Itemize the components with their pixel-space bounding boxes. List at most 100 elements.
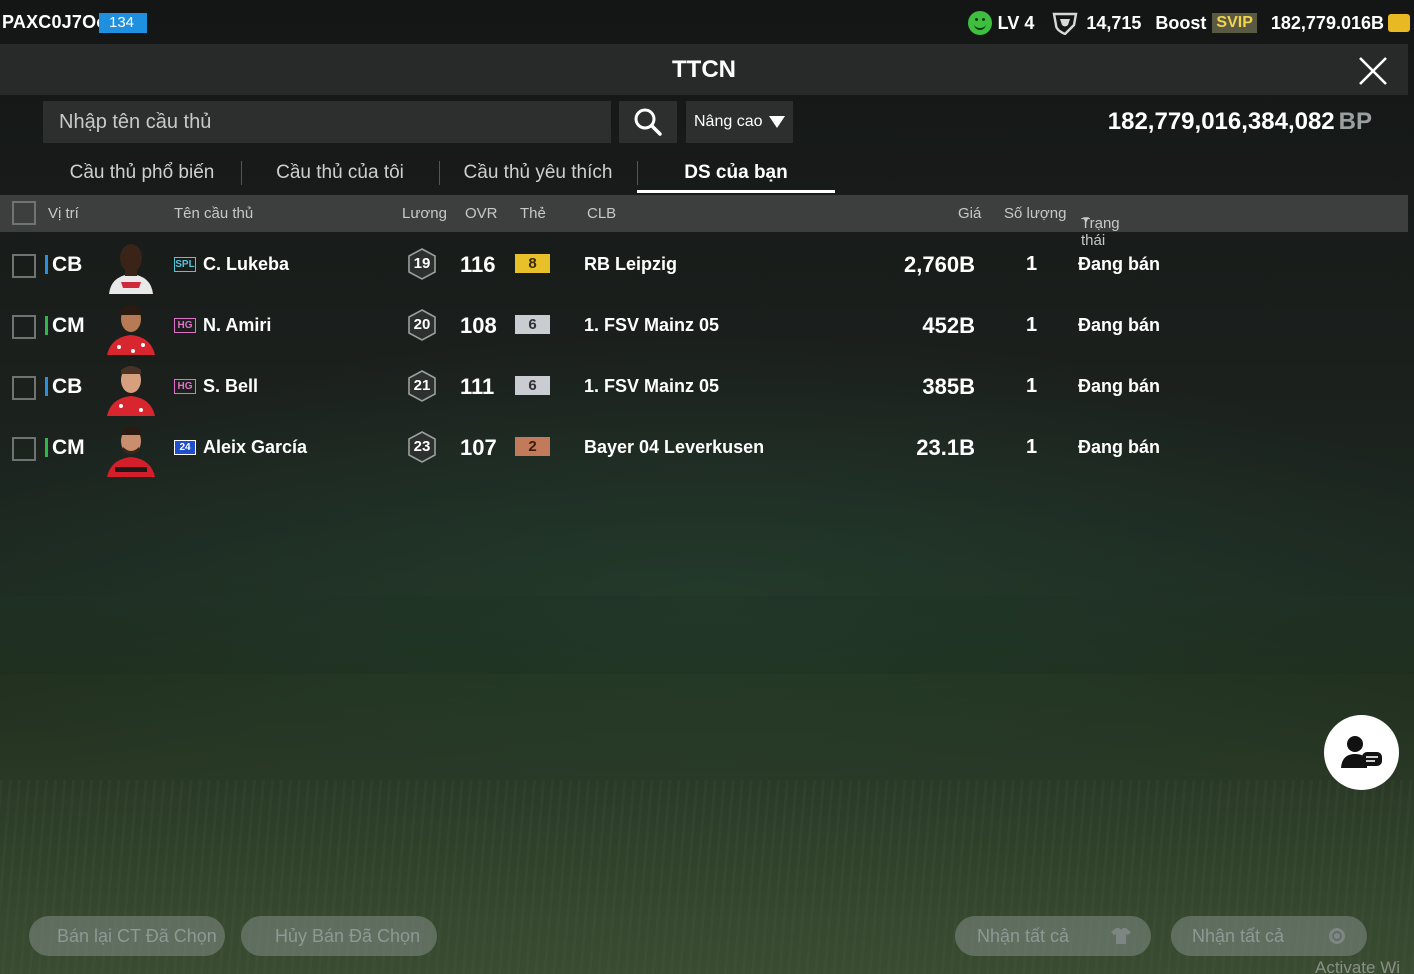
player-avatar [107, 427, 155, 477]
player-name: C. Lukeba [203, 254, 290, 274]
stadium-banner [0, 596, 1414, 674]
club-name: RB Leipzig [584, 254, 677, 274]
position: CM [45, 436, 85, 460]
claim-all-label: Nhận tất cả [1192, 925, 1285, 946]
chat-support-button[interactable] [1324, 715, 1399, 790]
lv-text: LV 4 [997, 12, 1035, 33]
status-text: Đang bán [1078, 315, 1161, 335]
table-row[interactable]: CB HG S. Bell 21 111 6 1. FSV Mainz 05 3… [0, 356, 1408, 417]
col-quantity: Số lượng [1004, 205, 1067, 222]
shirt-icon [1111, 928, 1131, 944]
col-name: Tên cầu thủ [174, 205, 254, 222]
player-avatar [107, 366, 155, 416]
salary-badge: 20 [407, 309, 437, 341]
player-avatar [109, 244, 153, 294]
table-row[interactable]: CM 24 Aleix García 23 107 2 Bayer 04 Lev… [0, 417, 1408, 478]
salary-value: 20 [413, 316, 431, 333]
claim-all-players-button[interactable]: Nhận tất cả [955, 916, 1151, 956]
salary-value: 21 [413, 377, 431, 394]
season-badge: SPL [174, 257, 196, 272]
table-row[interactable]: CB SPL C. Lukeba 19 116 8 RB Leipzig 2,7… [0, 234, 1408, 295]
col-ovr: OVR [465, 205, 498, 222]
price-value: 23.1B [916, 435, 975, 460]
player-name: S. Bell [203, 376, 259, 396]
bp-amount: 182,779,016,384,082 [1107, 108, 1335, 135]
select-all-checkbox[interactable] [12, 201, 36, 225]
salary-badge: 19 [407, 248, 437, 280]
col-card: Thẻ [520, 205, 546, 222]
status-text: Đang bán [1078, 254, 1161, 274]
resell-label: Bán lại CT Đã Chọn [57, 925, 217, 946]
player-name: N. Amiri [203, 315, 272, 335]
position: CB [45, 375, 82, 399]
quantity-value: 1 [1026, 314, 1038, 336]
claim-all-label: Nhận tất cả [977, 925, 1070, 946]
col-position: Vị trí [48, 205, 79, 222]
tab-popular-players[interactable]: Cầu thủ phổ biến [43, 153, 241, 193]
col-club: CLB [587, 205, 617, 222]
smile-icon [967, 11, 992, 35]
salary-badge: 23 [407, 431, 437, 463]
search-button[interactable] [619, 101, 677, 143]
sort-down-icon: ▼ [1081, 215, 1091, 226]
season-badge: 24 [174, 440, 196, 455]
balance-value: 182,779.016B [1270, 12, 1384, 33]
position: CM [45, 314, 85, 338]
coin-icon [1329, 928, 1345, 944]
resell-selected-button[interactable]: Bán lại CT Đã Chọn [29, 916, 225, 956]
currency-area: LV 4 14,715 Boost SVIP 182,779.016B [967, 9, 1410, 37]
status-text: Đang bán [1078, 437, 1161, 457]
points-value: 14,715 [1086, 12, 1142, 33]
club-name: Bayer 04 Leverkusen [584, 437, 765, 457]
row-checkbox[interactable] [12, 254, 36, 278]
window-title: TTCN [672, 56, 736, 83]
price-value: 452B [922, 313, 975, 338]
price-value: 385B [922, 374, 975, 399]
search-input[interactable] [43, 101, 611, 143]
boost-label: Boost [1155, 12, 1207, 33]
upgrade-badge: 8 [515, 254, 550, 273]
row-checkbox[interactable] [12, 376, 36, 400]
top-status-bar: PAXC0J7Oo 134 LV 4 14,715 Boost SVIP 182… [0, 0, 1414, 44]
upgrade-badge: 6 [515, 376, 550, 395]
cancel-label: Hủy Bán Đã Chọn [275, 925, 421, 946]
club-name: 1. FSV Mainz 05 [584, 315, 720, 335]
ovr-value: 116 [460, 252, 496, 277]
quantity-value: 1 [1026, 253, 1038, 275]
col-salary: Lương [402, 205, 447, 222]
salary-value: 19 [413, 255, 431, 272]
coin-icon [1388, 14, 1410, 32]
ovr-value: 111 [460, 374, 495, 399]
advanced-filter-dropdown[interactable]: Nâng cao [686, 101, 793, 143]
bp-unit: BP [1338, 108, 1372, 135]
player-id: PAXC0J7Oo [2, 12, 108, 32]
tab-my-players[interactable]: Cầu thủ của tôi [241, 153, 439, 193]
position: CB [45, 253, 82, 277]
row-checkbox[interactable] [12, 437, 36, 461]
search-icon [634, 108, 662, 136]
claim-all-coins-button[interactable]: Nhận tất cả [1171, 916, 1367, 956]
chevron-down-icon [769, 116, 785, 128]
salary-value: 23 [413, 438, 431, 455]
cancel-selected-button[interactable]: Hủy Bán Đã Chọn [241, 916, 437, 956]
ovr-value: 107 [460, 435, 497, 460]
salary-badge: 21 [407, 370, 437, 402]
quantity-value: 1 [1026, 375, 1038, 397]
close-icon[interactable] [1356, 54, 1390, 88]
bp-balance: 182,779,016,384,082 BP [1108, 108, 1372, 136]
club-name: 1. FSV Mainz 05 [584, 376, 720, 396]
status-text: Đang bán [1078, 376, 1161, 396]
tab-favorite-players[interactable]: Cầu thủ yêu thích [439, 153, 637, 193]
table-row[interactable]: CM HG N. Amiri 20 108 6 1. FSV Mainz 05 … [0, 295, 1408, 356]
price-value: 2,760B [904, 252, 975, 277]
col-price: Giá [958, 205, 982, 222]
player-name: Aleix García [203, 437, 308, 457]
window-header: TTCN [0, 44, 1408, 95]
upgrade-badge: 2 [515, 437, 550, 456]
advanced-label: Nâng cao [694, 113, 763, 130]
shield-icon [1052, 12, 1078, 35]
row-checkbox[interactable] [12, 315, 36, 339]
ovr-value: 108 [460, 313, 497, 338]
tab-your-listings[interactable]: DS của bạn [637, 153, 835, 193]
season-badge: HG [174, 379, 196, 394]
